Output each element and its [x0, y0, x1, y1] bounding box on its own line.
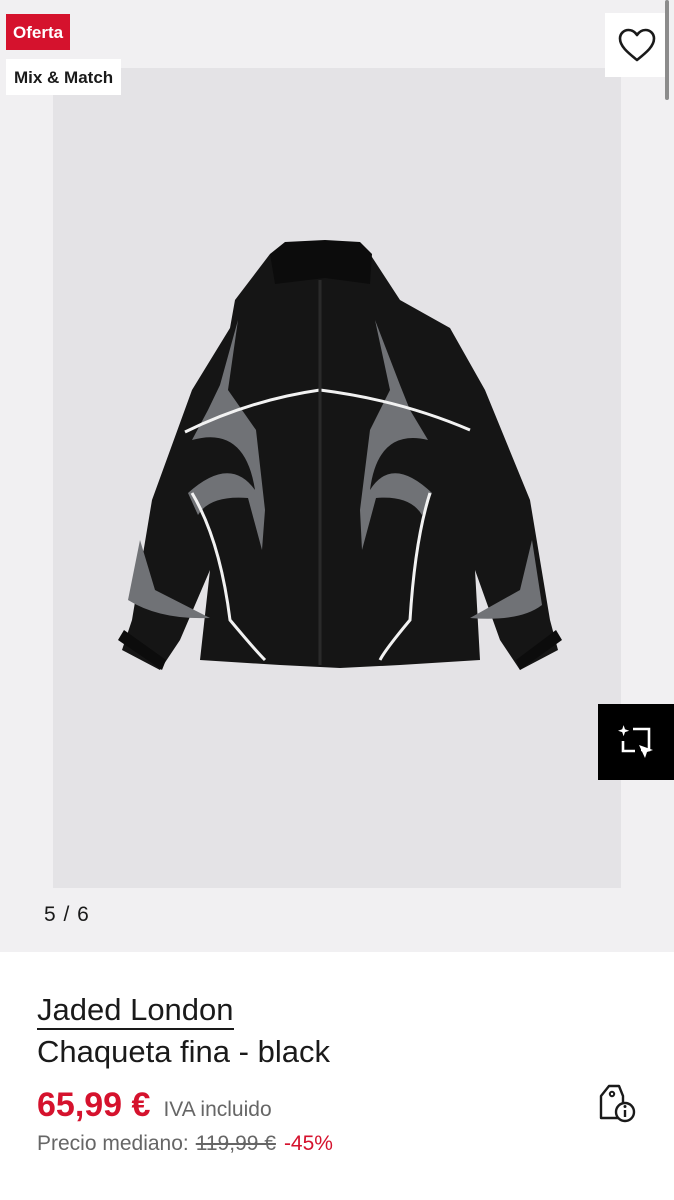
reference-price-label: Precio mediano:	[37, 1132, 189, 1155]
reference-price: 119,99 €	[195, 1132, 276, 1155]
vat-note: IVA incluido	[163, 1098, 272, 1121]
current-price: 65,99 €	[37, 1086, 151, 1124]
visual-search-button[interactable]	[598, 704, 674, 780]
brand-link[interactable]: Jaded London	[37, 992, 234, 1030]
page-scrollbar[interactable]	[665, 0, 669, 100]
offer-badge: Oferta	[6, 14, 71, 50]
mix-match-badge: Mix & Match	[6, 59, 122, 95]
reference-price-row: Precio mediano: 119,99 € -45%	[37, 1132, 333, 1156]
wishlist-button[interactable]	[605, 13, 669, 77]
price-row: 65,99 € IVA incluido	[37, 1086, 272, 1125]
product-title: Chaqueta fina - black	[37, 1034, 330, 1069]
heart-outline-icon	[618, 28, 656, 62]
discount-percent: -45%	[283, 1132, 333, 1155]
product-image-gallery[interactable]: Oferta Mix & Match 5 / 6	[0, 0, 674, 952]
sparkle-scan-icon	[618, 725, 653, 758]
jacket-image	[118, 240, 562, 670]
image-counter: 5 / 6	[44, 903, 90, 926]
price-tag-info-icon[interactable]	[597, 1082, 637, 1124]
product-photo[interactable]	[53, 68, 621, 888]
product-page: Oferta Mix & Match 5 / 6 Jaded London Ch…	[0, 0, 674, 1200]
